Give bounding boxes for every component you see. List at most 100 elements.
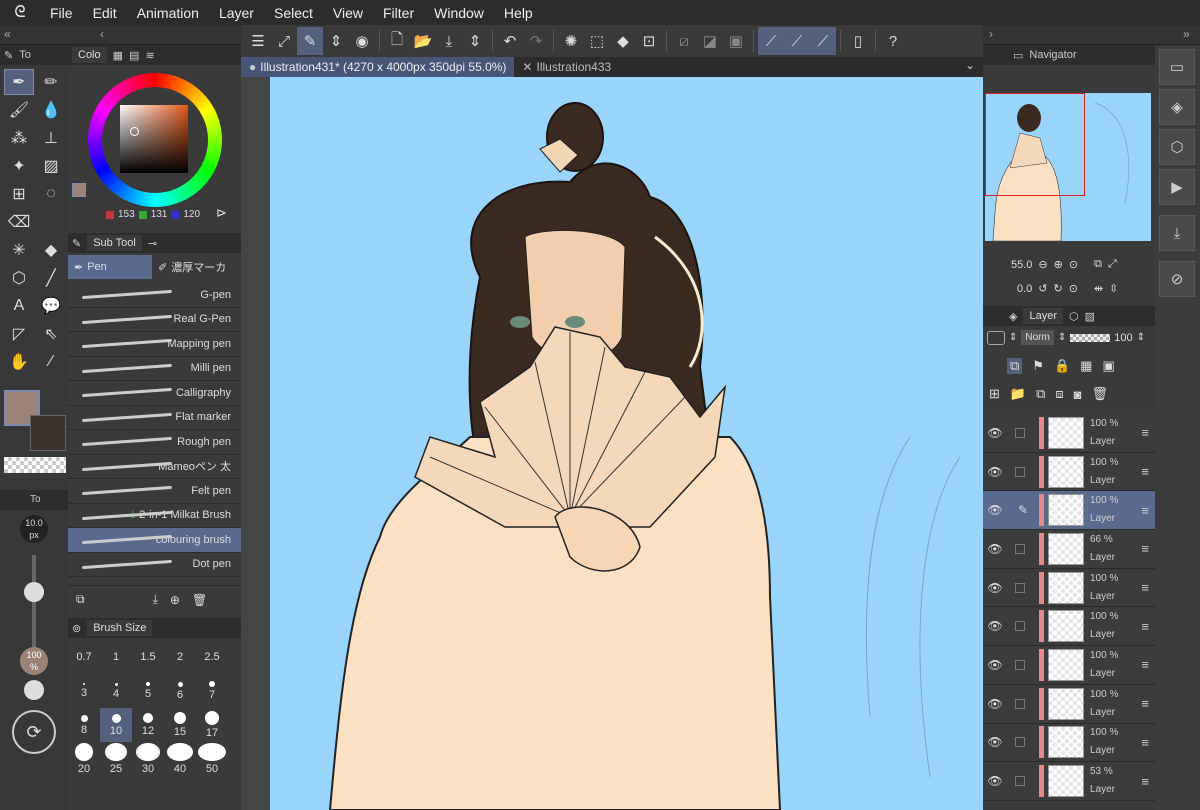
layers-panel-icon[interactable]: ◈ [1159,89,1195,125]
app-logo-icon[interactable]: ᘓ [0,0,40,25]
hand-tool-icon[interactable]: ✋ [4,349,34,375]
undo-icon[interactable]: ↶ [497,27,523,55]
color-set-icon[interactable]: ▦ [113,49,123,62]
size-cell[interactable]: 1.5 [132,640,164,674]
invert-selection-icon[interactable]: ◪ [697,27,723,55]
layer-menu-icon[interactable]: ≡ [1141,774,1149,789]
current-color-chip[interactable] [72,183,86,197]
list-item[interactable]: Dot pen [68,553,241,577]
layer-menu-icon[interactable]: ≡ [1141,464,1149,479]
layer-checkbox[interactable] [1015,737,1025,748]
ruler-tool-icon[interactable]: ◸ [4,321,34,347]
transform-icon[interactable]: ⊡ [636,27,662,55]
menu-select[interactable]: Select [264,5,323,21]
size-cell[interactable]: 20 [68,742,100,776]
menu-layer[interactable]: Layer [209,5,264,21]
saturation-value-square[interactable] [120,105,188,173]
layer-checkbox[interactable] [1015,659,1025,670]
tab-illustration433[interactable]: ✕ Illustration433 [514,57,619,77]
merge-down-icon[interactable]: ⧈ [1055,386,1063,402]
layer-checkbox[interactable] [1015,621,1025,632]
subtool-group-marker[interactable]: ✐ 濃厚マーカ [152,255,236,279]
up-down-arrows-icon[interactable]: ⇕ [462,27,488,55]
new-folder-icon[interactable]: 📁 [1010,386,1026,402]
stamp-tool-icon[interactable]: ⊥ [36,125,66,151]
modifier-key-icon[interactable]: ⟳ [12,710,56,754]
import-icon[interactable]: ⤓ [153,592,158,607]
layer-row[interactable]: 👁 100 % Layer ≡ [983,684,1155,724]
eraser-tool-icon[interactable]: ⌫ [4,209,34,235]
fill-tool-icon[interactable]: ◆ [36,237,66,263]
layer-row[interactable]: 👁 100 % Layer ≡ [983,723,1155,763]
size-cell[interactable]: 40 [164,742,196,776]
navigator-viewport-frame[interactable] [985,93,1085,196]
list-item[interactable]: ⤓2-in-1 Milkat Brush [68,504,241,528]
chevron-right-icon[interactable]: › [989,27,993,41]
layer-row[interactable]: 👁 100 % Layer ≡ [983,568,1155,608]
rotate-right-icon[interactable]: ↻ [1054,282,1063,295]
lock-transparency-icon[interactable]: ▦ [1080,358,1092,374]
list-item[interactable]: Calligraphy [68,381,241,406]
menu-window[interactable]: Window [424,5,494,21]
layer-row[interactable]: 👁 ✎ 100 % Layer ≡ [983,491,1155,531]
layer-checkbox[interactable] [1015,582,1025,593]
import-panel-icon[interactable]: ⤓ [1159,215,1195,251]
zoom-in-icon[interactable]: ⊕ [1054,258,1063,271]
size-cell[interactable]: 50 [196,742,228,776]
layer-property-icon[interactable]: ⬡ [1159,129,1195,165]
collapse-right-icon[interactable]: » [1183,27,1190,41]
subtool-properties-icon[interactable]: ⧉ [76,592,85,607]
chevron-down-icon[interactable]: ⌄ [965,58,975,72]
layer-row[interactable]: 👁 100 % Layer ≡ [983,607,1155,647]
blend-mode-select[interactable]: Norm [1021,330,1054,345]
eye-icon[interactable]: 👁 [983,697,1007,711]
zoom-out-icon[interactable]: ⊖ [1038,258,1047,271]
eye-icon[interactable]: 👁 [983,658,1007,672]
ruler-snap-icon[interactable]: ⟋ [758,27,784,55]
opacity-slider-handle[interactable] [24,680,44,700]
rotate-left-icon[interactable]: ↺ [1038,282,1047,295]
eye-icon[interactable]: 👁 [983,774,1007,788]
rotation-value[interactable]: 0.0 [1017,283,1032,295]
subtool-settings-icon[interactable]: ⊸ [148,237,157,250]
layer-menu-icon[interactable]: ≡ [1141,735,1149,750]
line-snap-icon[interactable]: ⟋ [810,27,836,55]
navigator-title[interactable]: Navigator [1029,49,1076,61]
airbrush-tool-icon[interactable]: ⁂ [4,125,34,151]
trash-icon[interactable]: 🗑 [1092,386,1109,402]
layer-row[interactable]: 👁 53 % Layer ≡ [983,762,1155,801]
open-folder-icon[interactable]: 📂 [410,27,436,55]
color-slider-icon[interactable]: ▤ [129,49,139,62]
duplicate-icon[interactable]: ⊕ [170,593,180,607]
clear-selection-icon[interactable]: ⬚ [584,27,610,55]
eye-icon[interactable]: 👁 [983,581,1007,595]
fit-view-icon[interactable]: ⤢ [271,27,297,55]
layer-menu-icon[interactable]: ≡ [1141,696,1149,711]
eye-icon[interactable]: 👁 [983,735,1007,749]
color-tab[interactable]: Colo [72,47,107,63]
layer-checkbox[interactable] [1015,427,1025,438]
stepper-icon[interactable]: ⇕ [1058,332,1066,343]
canvas-panel-icon[interactable]: ▭ [1159,49,1195,85]
3d-object-tool-icon[interactable]: ⬡ [4,265,34,291]
list-item[interactable]: Flat marker [68,406,241,430]
brush-snap-icon[interactable]: ⟋ [784,27,810,55]
layer-checkbox[interactable] [1015,776,1025,787]
size-cell[interactable]: 7 [196,674,228,708]
deselect-icon[interactable]: ⧄ [671,27,697,55]
clip-layer-icon[interactable]: ⧉ [1007,358,1023,374]
layer-menu-icon[interactable]: ≡ [1141,503,1149,518]
eyedropper-tool-icon[interactable]: ⁄ [36,349,66,375]
canvas[interactable] [270,77,983,810]
menu-edit[interactable]: Edit [83,5,127,21]
layer-row[interactable]: 👁 100 % Layer ≡ [983,414,1155,453]
layer-property-icon[interactable]: ⬡ [1069,310,1079,323]
size-cell[interactable]: 30 [132,742,164,776]
lasso-tool-icon[interactable]: ◌ [36,181,66,207]
transfer-down-icon[interactable]: ⧉ [1036,386,1045,402]
crop-icon[interactable]: ▣ [723,27,749,55]
mask-enable-icon[interactable]: ▣ [1102,358,1114,374]
size-cell[interactable]: 8 [68,708,100,742]
pen-mode-icon[interactable]: ✎ [297,27,323,55]
water-drop-tool-icon[interactable]: 💧 [36,97,66,123]
